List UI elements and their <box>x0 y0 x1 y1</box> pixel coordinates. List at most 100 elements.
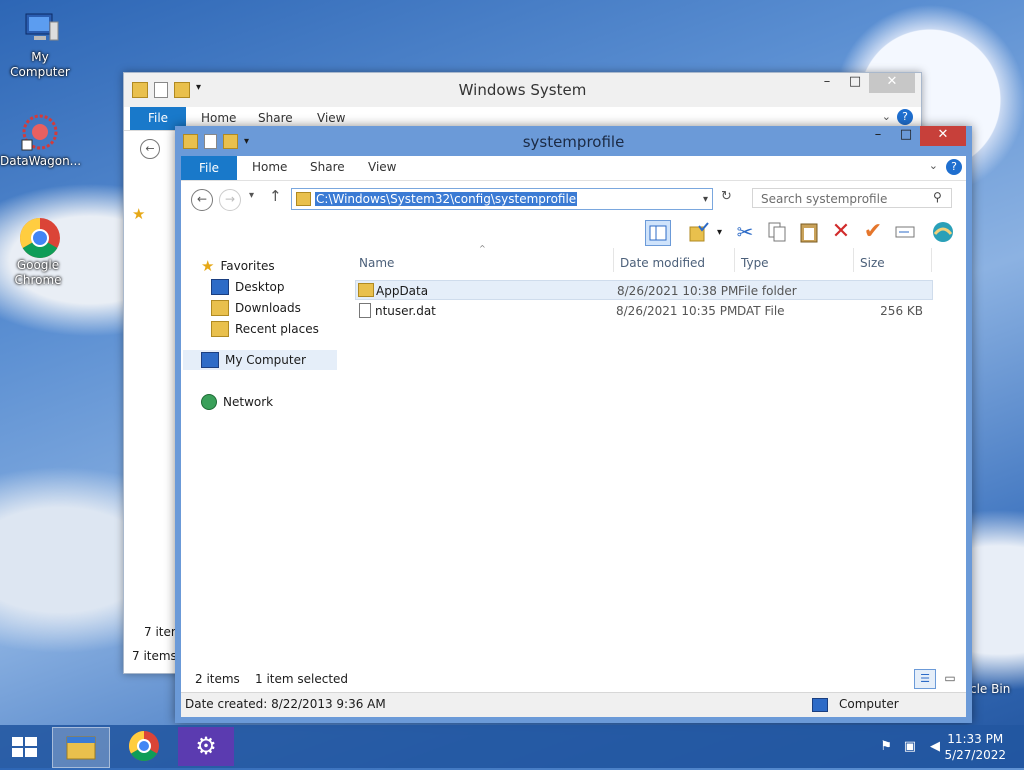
chevron-down-icon[interactable]: ▾ <box>717 227 722 238</box>
table-row[interactable]: ntuser.dat 8/26/2021 10:35 PM DAT File 2… <box>355 301 933 321</box>
tab-view[interactable]: View <box>317 111 345 125</box>
tab-share[interactable]: Share <box>258 111 293 125</box>
help-icon[interactable]: ? <box>897 109 913 125</box>
taskbar-file-explorer[interactable] <box>52 727 110 768</box>
cut-icon[interactable]: ✂ <box>733 220 757 244</box>
recent-locations-icon[interactable]: ▾ <box>249 190 254 201</box>
tab-share[interactable]: Share <box>310 160 345 174</box>
nav-pane-strip: ★ <box>132 205 172 405</box>
gear-icon: ⚙ <box>195 732 217 760</box>
computer-icon <box>20 8 60 48</box>
chevron-down-icon[interactable]: ⌄ <box>929 159 938 172</box>
desktop-icon-my-computer[interactable]: My Computer <box>2 8 78 80</box>
chevron-down-icon[interactable]: ⌄ <box>882 110 891 123</box>
delete-icon[interactable]: ✕ <box>829 220 853 244</box>
up-icon[interactable]: ↑ <box>269 187 282 205</box>
tab-home[interactable]: Home <box>201 111 236 125</box>
search-input[interactable]: Search systemprofile <box>752 188 952 208</box>
help-icon[interactable]: ? <box>946 159 962 175</box>
column-header-name[interactable]: Name <box>359 256 394 270</box>
globe-icon[interactable] <box>931 220 955 244</box>
title-bar[interactable]: ▾ Windows System – □ ✕ <box>124 73 921 107</box>
back-nav-button[interactable]: ← <box>140 139 160 159</box>
maximize-button[interactable]: □ <box>841 73 869 93</box>
column-header-size[interactable]: Size <box>860 256 885 270</box>
tray-volume-icon[interactable]: ◀ <box>930 739 940 754</box>
taskbar-settings[interactable]: ⚙ <box>178 727 234 766</box>
tab-view[interactable]: View <box>368 160 396 174</box>
file-date: 8/26/2021 10:38 PM <box>617 284 739 298</box>
tab-home[interactable]: Home <box>252 160 287 174</box>
column-header-type[interactable]: Type <box>741 256 769 270</box>
nav-item-label: My Computer <box>225 353 306 367</box>
tab-file[interactable]: File <box>181 156 237 180</box>
minimize-button[interactable]: – <box>864 126 892 146</box>
desktop-icon-label: Google Chrome <box>14 258 62 287</box>
taskbar-google-chrome[interactable] <box>116 727 172 766</box>
minimize-button[interactable]: – <box>813 73 841 93</box>
paste-icon[interactable] <box>797 220 821 244</box>
large-icons-view-button[interactable]: ▭ <box>940 669 960 687</box>
checkmark-icon[interactable]: ✔ <box>861 220 885 244</box>
desktop-icon-datawagon[interactable]: DataWagon... <box>0 112 82 169</box>
file-size: 256 KB <box>880 304 923 318</box>
column-header-date-modified[interactable]: Date modified <box>620 256 705 270</box>
copy-icon[interactable] <box>765 220 789 244</box>
nav-item-label: Network <box>223 395 274 409</box>
maximize-button[interactable]: □ <box>892 126 920 146</box>
nav-item-downloads[interactable]: Downloads <box>211 298 301 318</box>
nav-item-recent-places[interactable]: Recent places <box>211 319 319 339</box>
desktop-icon-google-chrome[interactable]: Google Chrome <box>0 216 76 288</box>
forward-button[interactable]: → <box>219 189 241 211</box>
close-button[interactable]: ✕ <box>920 126 966 146</box>
refresh-icon[interactable]: ↻ <box>721 189 732 204</box>
location-label: Computer <box>839 697 899 711</box>
nav-item-favorites[interactable]: ★ Favorites <box>201 256 275 276</box>
column-divider[interactable] <box>853 248 854 272</box>
chevron-down-icon[interactable]: ▾ <box>703 194 708 205</box>
desktop-icon-label: My Computer <box>10 50 70 79</box>
nav-item-my-computer[interactable]: My Computer <box>183 350 337 370</box>
clock[interactable]: 11:33 PM 5/27/2022 <box>944 731 1006 763</box>
computer-icon <box>201 352 219 368</box>
nav-item-label: Downloads <box>235 301 301 315</box>
datawagon-icon <box>18 112 58 152</box>
command-toolbar: ▾ ✂ ✕ ✔ <box>181 215 966 249</box>
column-divider[interactable] <box>734 248 735 272</box>
date-created: Date created: 8/22/2013 9:36 AM <box>185 697 386 711</box>
file-type: File folder <box>738 284 797 298</box>
back-button[interactable]: ← <box>191 189 213 211</box>
rename-icon[interactable] <box>893 220 917 244</box>
sort-indicator-icon: ^ <box>479 244 486 253</box>
close-button[interactable]: ✕ <box>869 73 915 93</box>
search-icon[interactable]: ⚲ <box>933 190 942 204</box>
column-divider[interactable] <box>613 248 614 272</box>
column-divider[interactable] <box>931 248 932 272</box>
window-systemprofile[interactable]: ▾ systemprofile – □ ✕ File Home Share Vi… <box>175 126 972 723</box>
status-selection: 1 item selected <box>255 672 349 686</box>
address-bar[interactable]: C:\Windows\System32\config\systemprofile… <box>291 188 713 210</box>
start-button[interactable] <box>0 727 50 766</box>
file-name: ntuser.dat <box>375 304 436 318</box>
nav-item-desktop[interactable]: Desktop <box>211 277 285 297</box>
folder-options-icon[interactable] <box>687 220 711 244</box>
folder-icon <box>358 283 374 297</box>
downloads-icon <box>211 300 229 316</box>
tray-network-icon[interactable]: ▣ <box>904 739 916 754</box>
address-path[interactable]: C:\Windows\System32\config\systemprofile <box>315 192 578 206</box>
details-view-button[interactable]: ☰ <box>914 669 936 689</box>
nav-item-network[interactable]: Network <box>201 392 273 412</box>
status-item-count: 2 items <box>195 672 240 686</box>
preview-pane-icon[interactable] <box>645 220 671 246</box>
title-bar[interactable]: ▾ systemprofile – □ ✕ <box>175 126 972 156</box>
file-explorer-icon <box>66 736 96 760</box>
chrome-icon <box>18 216 60 258</box>
status-bar: 2 items 1 item selected ☰ ▭ <box>181 668 966 692</box>
tray-flag-icon[interactable]: ⚑ <box>880 739 892 754</box>
clock-time: 11:33 PM <box>947 732 1004 746</box>
desktop-icon-recycle-bin-label[interactable]: cle Bin <box>970 682 1010 696</box>
file-name: AppData <box>376 284 429 298</box>
desktop-icon-label: DataWagon... <box>0 154 82 168</box>
file-type: DAT File <box>737 304 785 318</box>
table-row[interactable]: AppData 8/26/2021 10:38 PM File folder <box>355 280 933 300</box>
